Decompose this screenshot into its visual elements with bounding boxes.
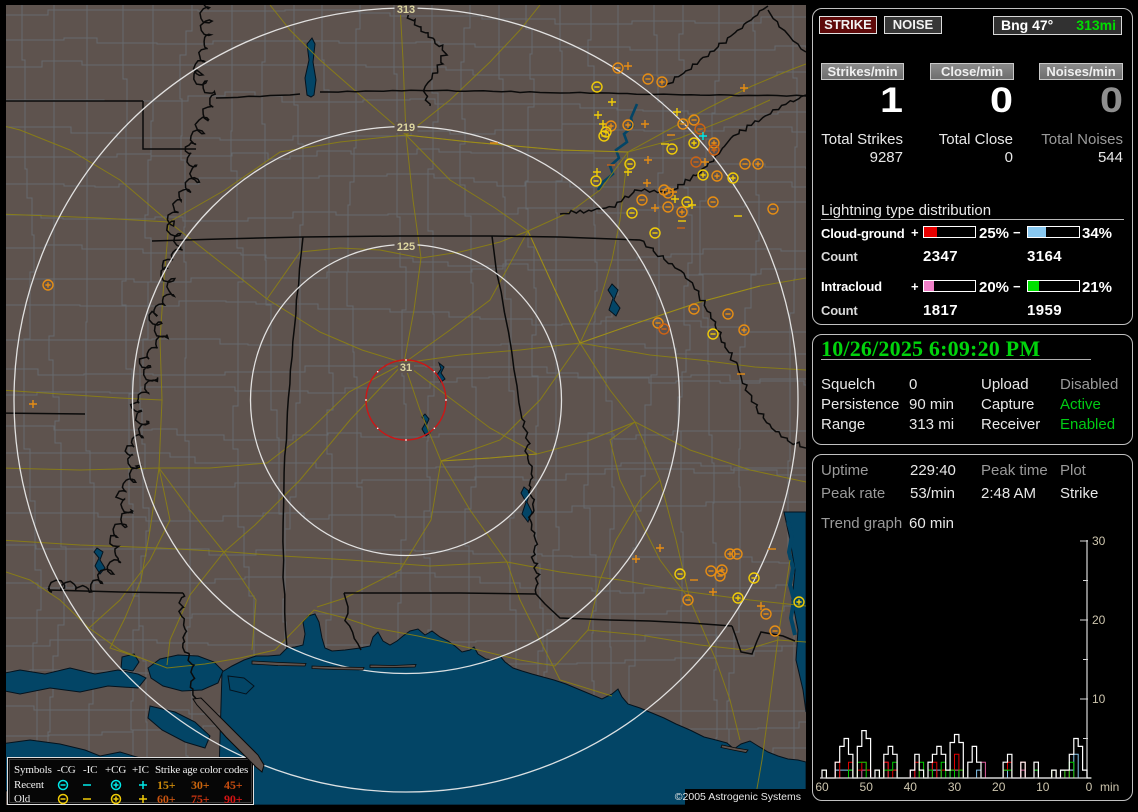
svg-text:10: 10	[1092, 692, 1106, 706]
svg-text:60: 60	[815, 780, 829, 794]
svg-text:30: 30	[1092, 534, 1106, 548]
svg-text:20: 20	[1092, 613, 1106, 627]
svg-text:20: 20	[992, 780, 1006, 794]
svg-text:50: 50	[860, 780, 874, 794]
svg-text:30: 30	[948, 780, 962, 794]
svg-text:40: 40	[904, 780, 918, 794]
svg-text:min: min	[1100, 780, 1119, 794]
svg-text:0: 0	[1086, 780, 1093, 794]
svg-text:10: 10	[1036, 780, 1050, 794]
